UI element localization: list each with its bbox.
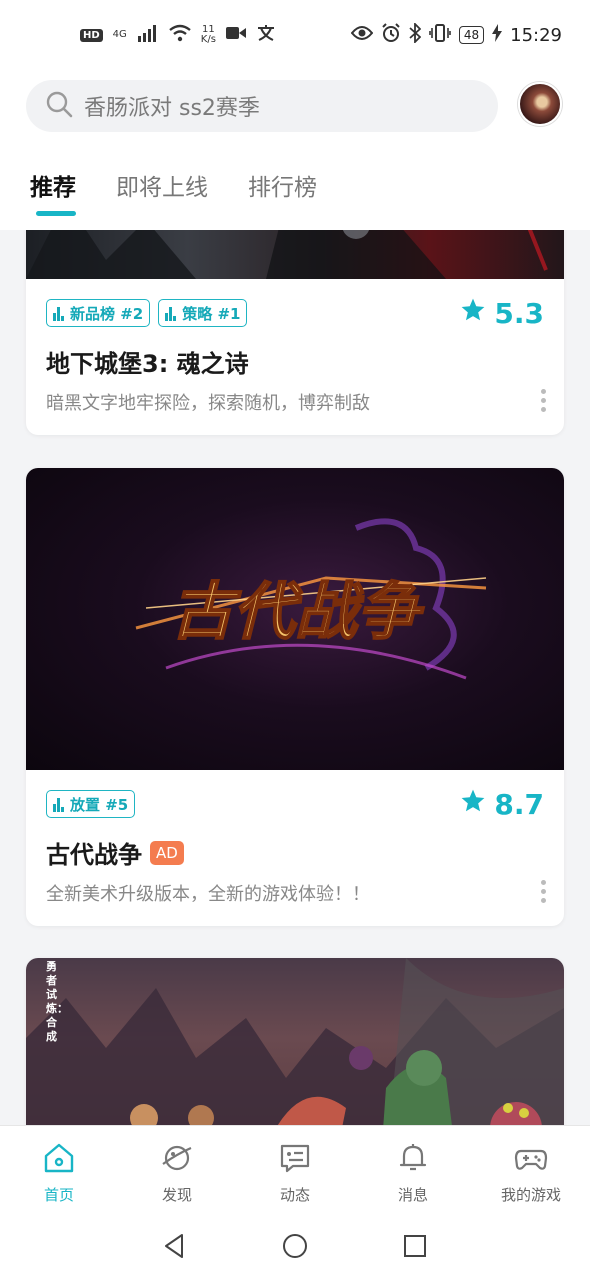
tab-bar: 推荐 即将上线 排行榜 (30, 168, 317, 216)
rating: 8.7 (460, 788, 544, 821)
rank-icon (53, 305, 64, 321)
nav-label: 消息 (397, 1186, 428, 1204)
net-speed-unit: K/s (200, 34, 216, 45)
nav-label: 动态 (279, 1186, 310, 1204)
charging-icon (492, 23, 503, 47)
net-speed: 11 K/s (201, 25, 216, 45)
rank-tag-label: 策略 #1 (182, 304, 241, 323)
card-body: 新品榜 #2 策略 #1 5.3 地下城堡3: 魂之诗 暗黑文字地牢探险，探索随… (26, 279, 564, 435)
video-icon (225, 26, 246, 44)
game-description: 全新美术升级版本，全新的游戏体验！！ (46, 884, 370, 905)
nav-home[interactable]: 首页 (0, 1126, 118, 1215)
search-placeholder: 香肠派对 ss2赛季 (84, 96, 260, 121)
gamepad-icon (513, 1140, 549, 1180)
card-body: 放置 #5 8.7 古代战争 AD 全新美术升级版本，全新的游戏体验！！ (26, 770, 564, 926)
nav-label: 我的游戏 (500, 1186, 561, 1204)
bottom-nav: 首页 发现 动态 消息 我的游戏 (0, 1125, 590, 1215)
tab-upcoming[interactable]: 即将上线 (116, 168, 208, 216)
nav-my-games[interactable]: 我的游戏 (472, 1126, 590, 1215)
game-banner[interactable]: 勇者试炼：合成 (26, 958, 564, 1125)
signal-icon (137, 24, 159, 46)
rating: 5.3 (460, 297, 544, 330)
tab-ranking[interactable]: 排行榜 (248, 168, 317, 216)
battery-indicator: 48 (458, 26, 485, 44)
feed[interactable]: 新品榜 #2 策略 #1 5.3 地下城堡3: 魂之诗 暗黑文字地牢探险，探索随… (0, 230, 590, 1125)
network-label: 4G (112, 29, 127, 40)
rank-tag[interactable]: 放置 #5 (46, 790, 136, 818)
more-options-icon[interactable] (540, 389, 546, 412)
game-title[interactable]: 地下城堡3: 魂之诗 (46, 344, 249, 379)
alarm-icon (381, 22, 401, 48)
home-circle-icon[interactable] (280, 1231, 310, 1265)
rank-icon (165, 305, 177, 321)
hd-badge: HD (80, 28, 103, 42)
banner-side-text: 勇者试炼：合成 (46, 960, 68, 1043)
nav-label: 发现 (161, 1186, 192, 1204)
status-bar: HD 4G 11 K/s 48 15:29 (0, 0, 590, 70)
header: 香肠派对 ss2赛季 推荐 即将上线 排行榜 (0, 70, 590, 230)
system-nav-bar (0, 1215, 590, 1280)
more-options-icon[interactable] (540, 880, 546, 903)
rating-value: 8.7 (494, 788, 544, 821)
rank-icon (53, 796, 64, 812)
nav-feed[interactable]: 动态 (236, 1126, 354, 1215)
bluetooth-icon (409, 21, 422, 48)
star-icon (460, 297, 486, 330)
wifi-icon (169, 24, 191, 46)
vibrate-icon (429, 23, 451, 48)
avatar[interactable] (518, 82, 562, 126)
status-left: HD 4G 11 K/s (80, 24, 276, 46)
game-card[interactable]: 勇者试炼：合成 (26, 958, 564, 1125)
nav-discover[interactable]: 发现 (118, 1126, 236, 1215)
rank-tag[interactable]: 策略 #1 (158, 299, 248, 327)
game-banner[interactable] (26, 230, 564, 279)
search-input[interactable]: 香肠派对 ss2赛季 (26, 80, 498, 132)
rank-tag-label: 放置 #5 (70, 795, 129, 814)
status-right: 48 15:29 (350, 21, 562, 48)
game-description: 暗黑文字地牢探险，探索随机，博弈制敌 (46, 393, 370, 414)
game-title[interactable]: 古代战争 AD (46, 835, 184, 870)
tag-list: 新品榜 #2 策略 #1 (46, 299, 248, 327)
nav-messages[interactable]: 消息 (354, 1126, 472, 1215)
planet-icon (159, 1140, 195, 1180)
rank-tag[interactable]: 新品榜 #2 (46, 299, 151, 327)
translate-icon (256, 24, 276, 46)
home-icon (41, 1140, 77, 1180)
chat-icon (277, 1140, 313, 1180)
game-title-text: 古代战争 (46, 841, 142, 869)
game-banner[interactable]: 古代战争 (26, 468, 564, 770)
tag-list: 放置 #5 (46, 790, 136, 818)
clock-time: 15:29 (510, 24, 562, 46)
back-icon[interactable] (160, 1231, 190, 1265)
bell-icon (395, 1140, 431, 1180)
rank-tag-label: 新品榜 #2 (70, 304, 144, 323)
game-card[interactable]: 古代战争 放置 #5 8.7 古代战争 AD 全新美术升级版本，全新的游戏体验！… (26, 468, 564, 926)
tab-recommend[interactable]: 推荐 (30, 168, 76, 216)
search-icon (44, 89, 74, 123)
banner-logo-text: 古代战争 (171, 575, 425, 648)
nav-label: 首页 (43, 1186, 74, 1204)
game-card[interactable]: 新品榜 #2 策略 #1 5.3 地下城堡3: 魂之诗 暗黑文字地牢探险，探索随… (26, 230, 564, 435)
recents-icon[interactable] (400, 1231, 430, 1265)
eye-icon (350, 25, 374, 46)
ad-badge: AD (150, 840, 184, 865)
star-icon (460, 788, 486, 821)
rating-value: 5.3 (494, 297, 544, 330)
game-title-text: 地下城堡3: 魂之诗 (46, 350, 249, 378)
